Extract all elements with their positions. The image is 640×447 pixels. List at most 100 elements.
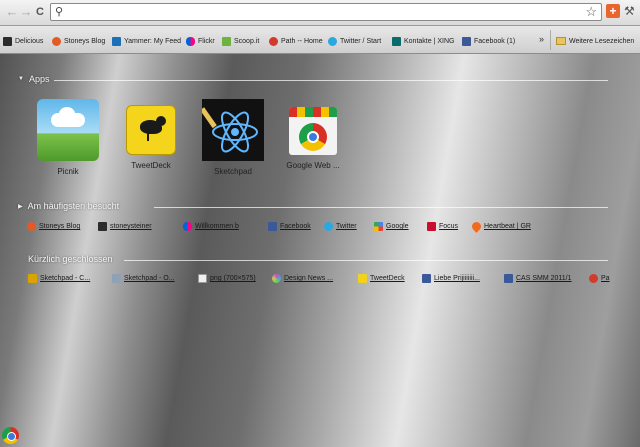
- app-label: Google Web ...: [286, 161, 340, 170]
- recently-closed-tab[interactable]: Sketchpad - C...: [28, 274, 90, 283]
- chrome-web-store-icon: [289, 107, 337, 155]
- link-label: Focus: [439, 223, 459, 230]
- section-title: Am häufigsten besucht: [27, 201, 120, 211]
- google-icon: [374, 222, 383, 231]
- section-recently-closed-header: Kürzlich geschlossen: [28, 254, 113, 264]
- sketchpad-icon: [112, 274, 121, 283]
- bookmark-item[interactable]: Flickr: [186, 35, 215, 47]
- link-label: Twitter: [336, 223, 357, 230]
- heart-icon: [470, 220, 483, 233]
- link-label: Google: [386, 223, 409, 230]
- link-label: Stoneys Blog: [39, 223, 81, 230]
- bookmark-item[interactable]: Path -- Home: [269, 35, 323, 47]
- most-visited-link[interactable]: Heartbeat | GR: [470, 220, 531, 233]
- bookmark-label: Yammer: My Feed: [124, 37, 182, 45]
- facebook-icon: [422, 274, 431, 283]
- link-label: CAS SMM 2011/1: [516, 275, 572, 282]
- scoopit-icon: [222, 36, 231, 46]
- link-label: Sketchpad - O...: [124, 275, 175, 282]
- other-bookmarks-label: Weitere Lesezeichen: [569, 37, 635, 45]
- chrome-logo-icon: [2, 427, 19, 444]
- blogger-icon: [27, 222, 36, 231]
- facebook-icon: [504, 274, 513, 283]
- recently-closed-tab[interactable]: Liebe Prijiiiiiii...: [422, 274, 480, 283]
- flickr-icon: [183, 222, 192, 231]
- bookmarks-divider: [550, 30, 551, 50]
- bookmark-label: Facebook (1): [474, 37, 516, 45]
- page-icon: [198, 274, 207, 283]
- recently-closed-tab[interactable]: Pa: [589, 274, 610, 283]
- bookmark-item[interactable]: Delicious: [3, 35, 43, 47]
- recently-closed-tab[interactable]: png (700×575): [198, 274, 256, 283]
- bookmark-label: Flickr: [198, 37, 215, 45]
- address-bar[interactable]: ⚲ ☆: [50, 3, 602, 21]
- path-icon: [269, 36, 278, 46]
- bookmark-item[interactable]: Yammer: My Feed: [112, 35, 181, 47]
- most-visited-link[interactable]: Twitter: [324, 222, 357, 231]
- link-label: TweetDeck: [370, 275, 405, 282]
- bookmark-item[interactable]: Kontakte | XING: [392, 35, 454, 47]
- facebook-icon: [268, 222, 277, 231]
- link-label: Willkommen b: [195, 223, 239, 230]
- section-apps-header[interactable]: ▼ Apps: [18, 74, 49, 84]
- bookmarks-overflow-icon[interactable]: »: [539, 34, 544, 44]
- link-label: Design News ...: [284, 275, 334, 282]
- star-icon[interactable]: ☆: [585, 4, 597, 20]
- most-visited-link[interactable]: Google: [374, 222, 409, 231]
- add-extension-icon[interactable]: +: [606, 4, 620, 18]
- picnik-icon: [37, 99, 99, 161]
- bookmark-item[interactable]: Twitter / Start: [328, 35, 381, 47]
- yammer-icon: [112, 36, 121, 46]
- folder-icon: [556, 37, 566, 45]
- recently-closed-tab[interactable]: Design News ...: [272, 274, 333, 283]
- link-label: Heartbeat | GR: [484, 223, 531, 230]
- reload-icon[interactable]: C: [32, 4, 48, 20]
- app-tile-tweetdeck[interactable]: TweetDeck: [111, 99, 191, 170]
- section-title: Apps: [28, 74, 50, 84]
- most-visited-link[interactable]: stoneysteiner: [98, 222, 152, 231]
- twitter-icon: [324, 222, 333, 231]
- bookmark-label: Twitter / Start: [340, 37, 382, 45]
- search-icon: ⚲: [55, 6, 64, 18]
- section-divider: [154, 207, 608, 208]
- app-tile-chrome-web-store[interactable]: Google Web ...: [273, 99, 353, 170]
- bookmarks-bar: Delicious Stoneys Blog Yammer: My Feed F…: [0, 26, 640, 54]
- wrench-icon[interactable]: ⚒: [624, 4, 635, 18]
- most-visited-link[interactable]: Stoneys Blog: [27, 222, 80, 231]
- link-label: stoneysteiner: [110, 223, 152, 230]
- facebook-icon: [462, 36, 471, 46]
- xing-icon: [392, 36, 401, 46]
- link-label: Sketchpad - C...: [40, 275, 91, 282]
- bookmark-item[interactable]: Scoop.it: [222, 35, 259, 47]
- section-divider: [54, 80, 608, 81]
- browser-toolbar: ← → C ⚲ ☆ + ⚒: [0, 0, 640, 26]
- collapse-icon: ▼: [18, 76, 24, 82]
- app-label: Sketchpad: [214, 167, 252, 176]
- section-title: Kürzlich geschlossen: [28, 254, 113, 264]
- sketchpad-icon: [28, 274, 37, 283]
- app-tile-sketchpad[interactable]: Sketchpad: [193, 99, 273, 176]
- tweetdeck-icon: [358, 274, 367, 283]
- other-bookmarks-folder[interactable]: Weitere Lesezeichen: [556, 35, 634, 47]
- most-visited-link[interactable]: Focus: [427, 222, 458, 231]
- design-news-icon: [272, 274, 281, 283]
- bookmark-item[interactable]: Stoneys Blog: [52, 35, 105, 47]
- app-tile-picnik[interactable]: Picnik: [28, 99, 108, 176]
- path-icon: [589, 274, 598, 283]
- most-visited-link[interactable]: Facebook: [268, 222, 311, 231]
- bookmark-label: Stoneys Blog: [64, 37, 106, 45]
- link-label: Liebe Prijiiiiiii...: [434, 275, 480, 282]
- delicious-icon: [3, 36, 12, 46]
- bookmark-item[interactable]: Facebook (1): [462, 35, 515, 47]
- tweetdeck-icon: [126, 105, 176, 155]
- twitter-icon: [328, 36, 337, 46]
- recently-closed-tab[interactable]: CAS SMM 2011/1: [504, 274, 572, 283]
- recently-closed-tab[interactable]: Sketchpad - O...: [112, 274, 175, 283]
- bookmark-label: Delicious: [15, 37, 44, 45]
- section-most-visited-header[interactable]: ▶ Am häufigsten besucht: [18, 201, 119, 211]
- blogger-icon: [52, 36, 61, 46]
- bookmark-label: Kontakte | XING: [404, 37, 455, 45]
- most-visited-link[interactable]: Willkommen b: [183, 222, 239, 231]
- recently-closed-tab[interactable]: TweetDeck: [358, 274, 405, 283]
- flickr-icon: [186, 36, 195, 46]
